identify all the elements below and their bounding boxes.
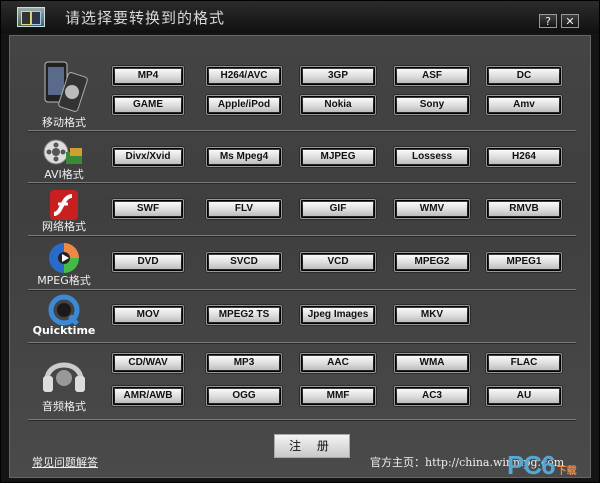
- faq-link[interactable]: 常见问题解答: [32, 454, 98, 470]
- category-label: 移动格式: [42, 116, 86, 129]
- row-divider: [28, 235, 576, 236]
- category-mobile: 移动格式: [26, 60, 102, 130]
- category-web: 网络格式: [26, 188, 102, 233]
- category-mpeg: MPEG格式: [26, 242, 102, 287]
- format-button-gif[interactable]: GIF: [300, 199, 376, 219]
- format-button-swf[interactable]: SWF: [112, 199, 184, 219]
- category-label: Quicktime: [32, 324, 96, 337]
- format-button-mmf[interactable]: MMF: [300, 386, 376, 406]
- register-button[interactable]: 注 册: [274, 434, 350, 458]
- format-button-ac3[interactable]: AC3: [394, 386, 470, 406]
- format-button-ms-mpeg4[interactable]: Ms Mpeg4: [206, 147, 282, 167]
- pc6-watermark: PC6 下载: [507, 450, 577, 480]
- format-button-flac[interactable]: FLAC: [486, 353, 562, 373]
- film-app-icon: [17, 7, 45, 27]
- format-button-jpeg-images[interactable]: Jpeg Images: [300, 305, 376, 325]
- format-button-asf[interactable]: ASF: [394, 66, 470, 86]
- format-button-flv[interactable]: FLV: [206, 199, 282, 219]
- format-button-amr-awb[interactable]: AMR/AWB: [112, 386, 184, 406]
- format-button-dvd[interactable]: DVD: [112, 252, 184, 272]
- format-button-divx-xvid[interactable]: Divx/Xvid: [112, 147, 184, 167]
- row-divider: [28, 419, 576, 420]
- format-button-mp3[interactable]: MP3: [206, 353, 282, 373]
- row-divider: [28, 289, 576, 290]
- format-panel: 移动格式 AVI格式 网络格式 MPEG格式 Quicktime 音频格式 MP…: [9, 35, 591, 478]
- close-button[interactable]: ✕: [561, 14, 579, 28]
- format-button-game[interactable]: GAME: [112, 95, 184, 115]
- row-divider: [28, 130, 576, 131]
- format-button-h264avc[interactable]: H264/AVC: [206, 66, 282, 86]
- format-button-cd-wav[interactable]: CD/WAV: [112, 353, 184, 373]
- format-button-mkv[interactable]: MKV: [394, 305, 470, 325]
- help-button[interactable]: ?: [539, 14, 557, 28]
- headphones-icon: [43, 362, 85, 392]
- disc-icon: [49, 243, 79, 273]
- category-label: AVI格式: [44, 168, 84, 181]
- category-label: 音频格式: [42, 400, 86, 413]
- row-divider: [28, 182, 576, 183]
- format-button-3gp[interactable]: 3GP: [300, 66, 376, 86]
- format-button-rmvb[interactable]: RMVB: [486, 199, 562, 219]
- format-button-h264[interactable]: H264: [486, 147, 562, 167]
- film-reel-icon: [43, 139, 82, 165]
- title-bar[interactable]: 请选择要转换到的格式 ? ✕: [1, 1, 599, 33]
- window-title: 请选择要转换到的格式: [65, 9, 226, 27]
- format-button-mov[interactable]: MOV: [112, 305, 184, 325]
- format-button-svcd[interactable]: SVCD: [206, 252, 282, 272]
- format-button-amv[interactable]: Amv: [486, 95, 562, 115]
- format-button-mjpeg[interactable]: MJPEG: [300, 147, 376, 167]
- mobile-phone-icon: [44, 61, 88, 112]
- format-button-au[interactable]: AU: [486, 386, 562, 406]
- format-button-wma[interactable]: WMA: [394, 353, 470, 373]
- format-button-nokia[interactable]: Nokia: [300, 95, 376, 115]
- format-button-mpeg2-ts[interactable]: MPEG2 TS: [206, 305, 282, 325]
- format-button-aac[interactable]: AAC: [300, 353, 376, 373]
- format-button-apple-ipod[interactable]: Apple/iPod: [206, 95, 282, 115]
- converter-window: 请选择要转换到的格式 ? ✕ 移动格式 AVI格式 网络格式 MPEG格式 Qu…: [0, 0, 600, 483]
- format-button-sony[interactable]: Sony: [394, 95, 470, 115]
- quicktime-icon: [48, 294, 80, 326]
- format-button-mp4[interactable]: MP4: [112, 66, 184, 86]
- category-label: MPEG格式: [37, 274, 91, 287]
- category-label: 网络格式: [42, 220, 86, 233]
- category-quicktime: Quicktime: [26, 294, 102, 339]
- flash-icon: [50, 190, 78, 220]
- format-button-mpeg1[interactable]: MPEG1: [486, 252, 562, 272]
- format-button-wmv[interactable]: WMV: [394, 199, 470, 219]
- format-button-lossess[interactable]: Lossess: [394, 147, 470, 167]
- format-button-mpeg2[interactable]: MPEG2: [394, 252, 470, 272]
- category-avi: AVI格式: [26, 136, 102, 181]
- format-button-vcd[interactable]: VCD: [300, 252, 376, 272]
- category-audio: 音频格式: [26, 354, 102, 414]
- format-button-ogg[interactable]: OGG: [206, 386, 282, 406]
- row-divider: [28, 342, 576, 343]
- format-button-dc[interactable]: DC: [486, 66, 562, 86]
